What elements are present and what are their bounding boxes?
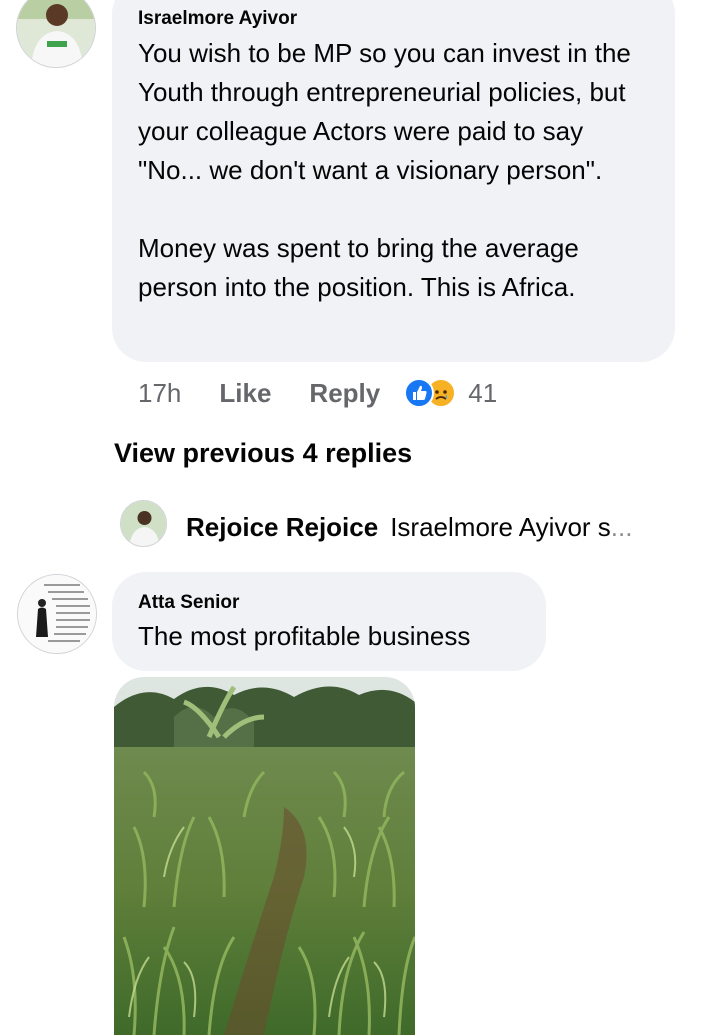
avatar-atta-senior[interactable] [17, 574, 97, 654]
reply-ellipsis: ... [610, 512, 633, 542]
comment-text: You wish to be MP so you can invest in t… [138, 38, 631, 302]
view-previous-replies-link[interactable]: View previous 4 replies [114, 438, 412, 469]
reply-preview[interactable]: Rejoice Rejoice Israelmore Ayivor s... [186, 510, 676, 544]
comment-author[interactable]: Atta Senior [138, 591, 522, 615]
like-button[interactable]: Like [219, 378, 271, 409]
ginger-farm-photo [114, 677, 415, 1035]
comment-attached-photo[interactable] [114, 677, 415, 1035]
comment-bubble: Israelmore Ayivor You wish to be MP so y… [112, 0, 675, 362]
profile-photo-icon [17, 0, 95, 67]
avatar-israelmore-ayivor[interactable] [16, 0, 96, 68]
profile-photo-icon [121, 501, 166, 546]
reaction-summary[interactable]: 41 [404, 378, 497, 409]
comment-author[interactable]: Israelmore Ayivor [138, 7, 651, 31]
comment-bubble: Atta Senior The most profitable business [112, 572, 546, 671]
reply-preview-text: Israelmore Ayivor s [390, 512, 611, 542]
reply-author[interactable]: Rejoice Rejoice [186, 512, 378, 542]
avatar-rejoice-rejoice[interactable] [120, 500, 167, 547]
reaction-count: 41 [468, 377, 498, 408]
comment-actions: 17h Like Reply 41 [138, 374, 497, 412]
comment-text: The most profitable business [138, 621, 471, 651]
reply-button[interactable]: Reply [309, 378, 380, 409]
like-icon [404, 378, 435, 408]
profile-photo-icon [18, 575, 96, 653]
comment-timestamp[interactable]: 17h [138, 378, 181, 409]
